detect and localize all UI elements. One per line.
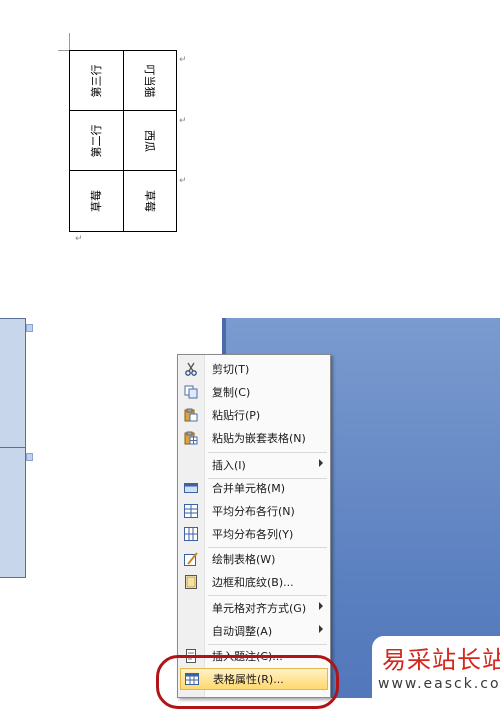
merge-cells-icon xyxy=(184,483,198,493)
table-cell[interactable]: 草莓 xyxy=(69,170,124,232)
row-end-mark-icon: ↵ xyxy=(179,176,187,186)
distribute-columns-icon xyxy=(184,527,198,541)
menu-item-label: 插入(I) xyxy=(212,459,246,472)
margin-corner-vertical xyxy=(69,33,70,50)
menu-item-paste-row[interactable]: 粘贴行(P) xyxy=(178,404,330,426)
menu-item-label: 粘贴行(P) xyxy=(212,409,261,422)
context-menu[interactable]: 剪切(T) 复制(C) 粘贴行(P) 粘贴为嵌套表格(N) 插入(I) 合并单元… xyxy=(177,354,331,698)
annotation-circle xyxy=(156,655,339,709)
menu-item-cell-alignment[interactable]: 单元格对齐方式(G) xyxy=(178,597,330,619)
menu-item-autofit[interactable]: 自动调整(A) xyxy=(178,620,330,642)
scissors-icon xyxy=(185,362,197,376)
menu-item-label: 自动调整(A) xyxy=(212,625,273,638)
cell-text: 第三行 xyxy=(90,64,104,97)
table-row-divider xyxy=(0,447,25,448)
submenu-arrow-icon xyxy=(319,459,323,467)
table-cell[interactable]: 叮当猫 xyxy=(122,50,177,111)
menu-item-label: 绘制表格(W) xyxy=(212,553,276,566)
table-cell[interactable]: 草莓 xyxy=(122,170,177,232)
menu-item-distribute-rows[interactable]: 平均分布各行(N) xyxy=(178,500,330,522)
draw-table-icon xyxy=(184,552,198,566)
row-end-mark-icon: ↵ xyxy=(179,55,187,65)
menu-item-label: 粘贴为嵌套表格(N) xyxy=(212,432,306,445)
watermark-url: www.easck.com xyxy=(378,676,500,692)
submenu-arrow-icon xyxy=(319,625,323,633)
table-cell[interactable]: 第三行 xyxy=(69,50,124,111)
menu-separator xyxy=(208,595,327,596)
paragraph-mark-icon: ↵ xyxy=(75,234,83,244)
margin-corner-horizontal xyxy=(58,50,69,51)
menu-item-copy[interactable]: 复制(C) xyxy=(178,381,330,403)
cell-text: 叮当猫 xyxy=(142,64,156,97)
row-end-mark-icon: ↵ xyxy=(179,116,187,126)
menu-item-borders-shading[interactable]: 边框和底纹(B)... xyxy=(178,571,330,593)
menu-item-label: 平均分布各列(Y) xyxy=(212,528,294,541)
cell-end-marker-icon xyxy=(26,453,33,461)
borders-icon xyxy=(185,575,197,589)
paste-icon xyxy=(184,408,198,422)
watermark-title: 易采站长站 xyxy=(382,646,500,674)
submenu-arrow-icon xyxy=(319,602,323,610)
cell-text: 西瓜 xyxy=(142,129,156,152)
cell-text: 第二行 xyxy=(90,124,104,157)
menu-item-draw-table[interactable]: 绘制表格(W) xyxy=(178,548,330,570)
cell-text: 草莓 xyxy=(142,190,156,212)
table-cell[interactable]: 第二行 xyxy=(69,110,124,171)
menu-item-label: 平均分布各行(N) xyxy=(212,505,295,518)
menu-separator xyxy=(208,452,327,453)
cell-end-marker-icon xyxy=(26,324,33,332)
menu-item-label: 复制(C) xyxy=(212,386,251,399)
menu-item-distribute-columns[interactable]: 平均分布各列(Y) xyxy=(178,523,330,545)
watermark: 易采站长站 www.easck.com xyxy=(372,636,500,698)
menu-item-label: 边框和底纹(B)... xyxy=(212,576,294,589)
menu-item-insert[interactable]: 插入(I) xyxy=(178,454,330,476)
paste-nested-icon xyxy=(184,431,198,445)
menu-item-merge-cells[interactable]: 合并单元格(M) xyxy=(178,477,330,499)
selected-table-fragment xyxy=(0,318,26,578)
menu-item-paste-nested-table[interactable]: 粘贴为嵌套表格(N) xyxy=(178,427,330,449)
copy-icon xyxy=(184,385,198,399)
menu-item-label: 合并单元格(M) xyxy=(212,482,286,495)
cell-text: 草莓 xyxy=(90,190,104,212)
distribute-rows-icon xyxy=(184,504,198,518)
menu-item-label: 单元格对齐方式(G) xyxy=(212,602,307,615)
document-table[interactable]: 第三行 叮当猫 第二行 西瓜 草莓 草莓 xyxy=(69,50,177,232)
table-cell[interactable]: 西瓜 xyxy=(122,110,177,171)
menu-item-cut[interactable]: 剪切(T) xyxy=(178,358,330,380)
menu-item-label: 剪切(T) xyxy=(212,363,250,376)
